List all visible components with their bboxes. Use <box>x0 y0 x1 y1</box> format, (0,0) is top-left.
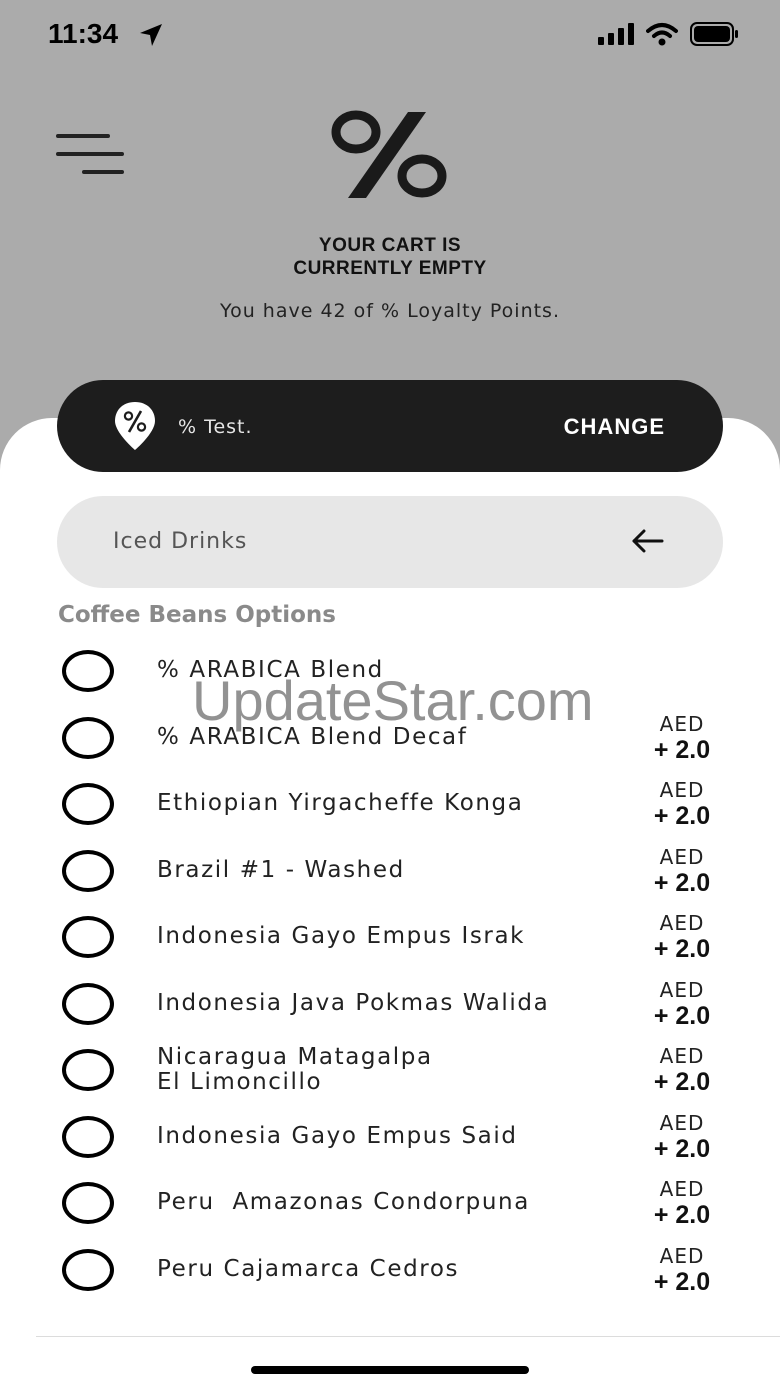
option-name: Indonesia Gayo Empus Israk <box>157 923 526 949</box>
home-indicator[interactable] <box>251 1366 529 1374</box>
option-price: AED + 2.0 <box>642 712 722 764</box>
cart-title-line1: YOUR CART IS <box>318 235 462 256</box>
radio-button[interactable] <box>62 1116 114 1158</box>
section-title: Coffee Beans Options <box>58 602 336 628</box>
option-price: AED + 2.0 <box>642 1044 722 1096</box>
option-row[interactable]: Ethiopian Yirgacheffe Konga AED + 2.0 <box>0 771 780 837</box>
signal-icon <box>598 23 634 49</box>
menu-icon[interactable] <box>56 132 126 176</box>
price-amount: + 2.0 <box>653 935 711 963</box>
back-arrow-icon[interactable] <box>631 528 665 558</box>
map-pin-icon <box>113 400 157 456</box>
option-row[interactable]: Indonesia Java Pokmas Walida AED + 2.0 <box>0 971 780 1037</box>
price-amount: + 2.0 <box>653 869 711 897</box>
option-row[interactable]: Brazil #1 - Washed AED + 2.0 <box>0 838 780 904</box>
option-name: Peru Cajamarca Cedros <box>157 1256 460 1282</box>
store-selector[interactable]: % Test. CHANGE <box>57 380 723 472</box>
option-price: AED + 2.0 <box>642 845 722 897</box>
radio-button[interactable] <box>62 983 114 1025</box>
price-currency: AED <box>659 911 705 935</box>
radio-button[interactable] <box>62 1049 114 1091</box>
price-amount: + 2.0 <box>653 1268 711 1296</box>
location-arrow-icon <box>138 22 164 52</box>
change-store-button[interactable]: CHANGE <box>564 414 665 440</box>
option-price: AED + 2.0 <box>642 1111 722 1163</box>
store-name: % Test. <box>178 416 253 438</box>
price-currency: AED <box>659 845 705 869</box>
option-price: AED + 2.0 <box>642 1177 722 1229</box>
price-amount: + 2.0 <box>653 736 711 764</box>
watermark: UpdateStar.com <box>192 669 594 732</box>
price-amount: + 2.0 <box>653 1135 711 1163</box>
option-name: Indonesia Gayo Empus Said <box>157 1123 518 1149</box>
option-price: AED + 2.0 <box>642 911 722 963</box>
price-currency: AED <box>659 778 705 802</box>
radio-button[interactable] <box>62 1249 114 1291</box>
wifi-icon <box>646 22 678 50</box>
category-label: Iced Drinks <box>113 529 248 554</box>
option-price: AED + 2.0 <box>642 778 722 830</box>
divider <box>36 1336 780 1337</box>
option-row[interactable]: Indonesia Gayo Empus Israk AED + 2.0 <box>0 904 780 970</box>
status-time: 11:34 <box>48 18 119 49</box>
price-currency: AED <box>659 1111 705 1135</box>
category-header[interactable]: Iced Drinks <box>57 496 723 588</box>
option-name-line2: El Limoncillo <box>157 1069 323 1095</box>
status-bar: 11:34 <box>0 0 780 70</box>
price-currency: AED <box>659 1244 705 1268</box>
price-currency: AED <box>659 712 705 736</box>
radio-button[interactable] <box>62 717 114 759</box>
radio-button[interactable] <box>62 783 114 825</box>
option-row[interactable]: Indonesia Gayo Empus Said AED + 2.0 <box>0 1104 780 1170</box>
option-name: Peru Amazonas Condorpuna <box>157 1189 530 1215</box>
price-currency: AED <box>659 978 705 1002</box>
radio-button[interactable] <box>62 850 114 892</box>
price-amount: + 2.0 <box>653 1002 711 1030</box>
battery-icon <box>690 22 740 50</box>
option-name-line1: Nicaragua Matagalpa <box>157 1044 433 1070</box>
option-name: Ethiopian Yirgacheffe Konga <box>157 790 524 816</box>
percent-logo-icon <box>330 110 450 204</box>
price-amount: + 2.0 <box>653 1201 711 1229</box>
price-amount: + 2.0 <box>653 802 711 830</box>
option-name: Nicaragua Matagalpa El Limoncillo <box>157 1045 433 1095</box>
option-row[interactable]: Peru Amazonas Condorpuna AED + 2.0 <box>0 1170 780 1236</box>
option-row[interactable]: Nicaragua Matagalpa El Limoncillo AED + … <box>0 1037 780 1103</box>
price-currency: AED <box>659 1177 705 1201</box>
price-currency: AED <box>659 1044 705 1068</box>
radio-button[interactable] <box>62 650 114 692</box>
radio-button[interactable] <box>62 1182 114 1224</box>
option-price: AED + 2.0 <box>642 1244 722 1296</box>
status-icons <box>598 22 740 50</box>
option-row[interactable]: Peru Cajamarca Cedros AED + 2.0 <box>0 1237 780 1303</box>
option-name: Brazil #1 - Washed <box>157 857 405 883</box>
price-amount: + 2.0 <box>653 1068 711 1096</box>
option-name: Indonesia Java Pokmas Walida <box>157 990 550 1016</box>
empty-cart-message: YOUR CART IS CURRENTLY EMPTY <box>0 234 780 280</box>
cart-title-line2: CURRENTLY EMPTY <box>293 258 487 279</box>
option-price: AED + 2.0 <box>642 978 722 1030</box>
radio-button[interactable] <box>62 916 114 958</box>
loyalty-points-text: You have 42 of % Loyalty Points. <box>220 300 560 322</box>
